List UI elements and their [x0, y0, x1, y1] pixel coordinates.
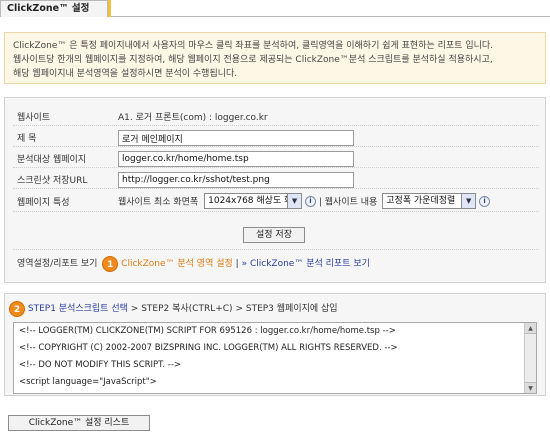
- website-value: A1. 로거 프론트(com) : logger.co.kr: [118, 113, 268, 123]
- step-arrow: >: [130, 304, 139, 314]
- min-screen-select[interactable]: 1024x768 해상도 화면 ▼: [204, 193, 303, 209]
- description-line: 해당 웹페이지내 분석영역을 설정하시면 분석이 수행됩니다.: [13, 69, 238, 79]
- script-line: <!-- LOGGER(TM) CLICKZONE(TM) SCRIPT FOR…: [19, 326, 396, 336]
- chevron-down-icon: ▼: [461, 194, 476, 208]
- page-row: 분석대상 웹페이지: [13, 148, 539, 168]
- script-panel: 2 STEP1 분석스크립트 선택 > STEP2 복사(CTRL+C) > S…: [4, 293, 546, 396]
- tab-clickzone-settings[interactable]: ClickZone™ 설정: [0, 0, 108, 17]
- description-box: ClickZone™ 은 특정 페이지내에서 사용자의 마우스 클릭 좌표를 분…: [4, 32, 546, 84]
- page-label: 분석대상 웹페이지: [17, 155, 87, 165]
- info-icon[interactable]: i: [305, 195, 316, 207]
- content-select[interactable]: 고정폭 가운데정렬 ▼: [382, 193, 477, 209]
- description-line: 웹사이트당 한개의 웹페이지를 지정하여, 해당 웹페이지 전용으로 제공되는 …: [13, 55, 493, 65]
- clickzone-list-button[interactable]: ClickZone™ 설정 리스트: [8, 415, 150, 431]
- links-separator: |: [235, 259, 239, 269]
- steps-row: 2 STEP1 분석스크립트 선택 > STEP2 복사(CTRL+C) > S…: [9, 300, 539, 318]
- website-row: 웹사이트 A1. 로거 프론트(com) : logger.co.kr: [13, 106, 539, 126]
- step-badge-1: 1: [102, 255, 119, 272]
- tab-bar: ClickZone™ 설정: [0, 0, 550, 17]
- scrollbar[interactable]: ▲ ▼: [524, 323, 536, 393]
- links-row: 영역설정/리포트 보기 1 ClickZone™ 분석 영역 설정 | » Cl…: [17, 255, 537, 275]
- script-line: <script language="JavaScript">: [19, 377, 157, 387]
- website-label: 웹사이트: [17, 113, 51, 123]
- step1-link[interactable]: STEP1 분석스크립트 선택: [28, 304, 128, 314]
- screenshot-label: 스크린샷 저장URL: [17, 176, 88, 186]
- title-row: 제 목: [13, 127, 539, 147]
- divider: [13, 249, 539, 250]
- scroll-up-icon[interactable]: ▲: [525, 323, 536, 334]
- step-arrow: >: [235, 304, 243, 314]
- links-label: 영역설정/리포트 보기: [17, 259, 98, 269]
- script-textarea[interactable]: <!-- LOGGER(TM) CLICKZONE(TM) SCRIPT FOR…: [13, 322, 537, 394]
- settings-panel: 웹사이트 A1. 로거 프론트(com) : logger.co.kr 제 목 …: [4, 97, 546, 283]
- chevron-down-icon: ▼: [287, 194, 302, 208]
- zone-setup-link[interactable]: ClickZone™ 분석 영역 설정: [121, 259, 233, 269]
- page-url-input[interactable]: [118, 151, 354, 167]
- script-line: <!-- COPYRIGHT (C) 2002-2007 BIZSPRING I…: [19, 343, 398, 353]
- script-line: <!-- DO NOT MODIFY THIS SCRIPT. -->: [19, 360, 182, 370]
- screenshot-row: 스크린샷 저장URL: [13, 169, 539, 189]
- feature-row: 웹페이지 특성 웹사이트 최소 화면폭 1024x768 해상도 화면 ▼ i …: [13, 190, 539, 212]
- tab-accent: [108, 0, 111, 17]
- feature-label: 웹페이지 특성: [17, 198, 70, 208]
- title-input[interactable]: [118, 130, 354, 146]
- double-arrow-icon: »: [241, 259, 248, 269]
- save-settings-button[interactable]: 설정 저장: [243, 227, 305, 243]
- content-label: | 웹사이트 내용: [318, 197, 378, 208]
- title-label: 제 목: [17, 134, 37, 144]
- scroll-down-icon[interactable]: ▼: [525, 382, 536, 393]
- description-line: ClickZone™ 은 특정 페이지내에서 사용자의 마우스 클릭 좌표를 분…: [13, 41, 494, 51]
- step3-text: STEP3 웹페이지에 삽입: [245, 304, 338, 314]
- screenshot-url-input[interactable]: [118, 172, 354, 188]
- min-screen-label: 웹사이트 최소 화면폭: [118, 197, 199, 208]
- step2-text: STEP2 복사(CTRL+C): [141, 304, 233, 314]
- content-value: 고정폭 가운데정렬: [386, 196, 456, 206]
- info-icon[interactable]: i: [479, 195, 491, 207]
- step-badge-2: 2: [9, 300, 25, 317]
- zone-report-link[interactable]: ClickZone™ 분석 리포트 보기: [250, 259, 370, 269]
